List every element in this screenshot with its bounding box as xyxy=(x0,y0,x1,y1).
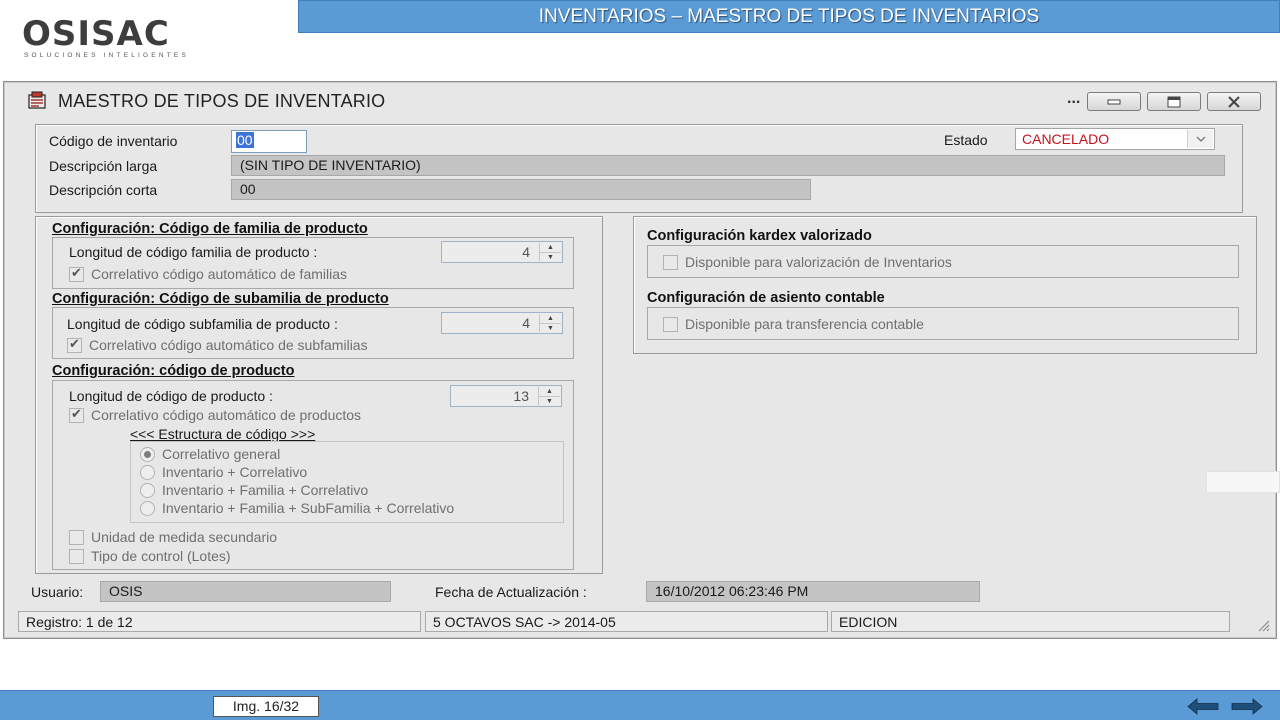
resize-grip-icon[interactable] xyxy=(1256,618,1270,632)
close-icon xyxy=(1228,95,1240,108)
status-empresa: 5 OCTAVOS SAC -> 2014-05 xyxy=(425,611,828,632)
radio-selected-icon xyxy=(140,446,155,462)
familia-auto-label: Correlativo código automático de familia… xyxy=(91,266,348,282)
estado-label: Estado xyxy=(944,132,988,148)
familia-length-stepper[interactable]: 4 ▲ ▼ xyxy=(441,241,563,263)
estado-select[interactable]: CANCELADO xyxy=(1015,128,1215,150)
check-icon: ✔ xyxy=(67,336,82,353)
checkbox-icon xyxy=(663,316,678,332)
producto-length-arrows[interactable]: ▲ ▼ xyxy=(538,387,560,405)
estructura-option-label: Correlativo general xyxy=(162,446,281,462)
subfamilia-section-title: Configuración: Código de subamilia de pr… xyxy=(52,291,389,307)
maximize-button[interactable] xyxy=(1147,92,1201,111)
maestro-window: MAESTRO DE TIPOS DE INVENTARIO ... Códig… xyxy=(3,81,1277,639)
radio-icon xyxy=(140,464,155,480)
kardex-checkbox[interactable]: Disponible para valorización de Inventar… xyxy=(663,254,952,270)
estado-dropdown-button[interactable] xyxy=(1187,130,1213,148)
next-arrow-icon[interactable] xyxy=(1230,698,1264,715)
checkbox-icon xyxy=(69,548,84,564)
producto-auto-label: Correlativo código automático de product… xyxy=(91,407,362,423)
close-button[interactable] xyxy=(1207,92,1261,111)
osisac-logo: OSISAC SOLUCIONES INTELIGENTES xyxy=(22,14,232,64)
unidad-secundaria-label: Unidad de medida secundario xyxy=(91,529,278,545)
slide-title: INVENTARIOS – MAESTRO DE TIPOS DE INVENT… xyxy=(538,5,1040,27)
desc-larga-label: Descripción larga xyxy=(49,158,158,174)
usuario-field: OSIS xyxy=(100,581,391,602)
subfamilia-length-arrows[interactable]: ▲ ▼ xyxy=(539,314,561,332)
estructura-option-0[interactable]: Correlativo general xyxy=(140,446,280,462)
subfamilia-length-label: Longitud de código subfamilia de product… xyxy=(67,316,338,332)
check-icon: ✔ xyxy=(69,406,84,423)
codigo-value: 00 xyxy=(236,132,254,148)
subfamilia-length-value: 4 xyxy=(522,315,530,331)
spin-down-icon[interactable]: ▼ xyxy=(539,396,560,405)
window-title: MAESTRO DE TIPOS DE INVENTARIO xyxy=(58,91,386,111)
app-icon xyxy=(28,91,46,109)
radio-icon xyxy=(140,482,155,498)
fecha-field: 16/10/2012 06:23:46 PM xyxy=(646,581,980,602)
logo-wordmark: OSISAC xyxy=(22,14,170,54)
kardex-option-label: Disponible para valorización de Inventar… xyxy=(685,254,952,270)
estructura-option-3[interactable]: Inventario + Familia + SubFamilia + Corr… xyxy=(140,500,454,516)
spin-down-icon[interactable]: ▼ xyxy=(540,252,561,261)
estado-value: CANCELADO xyxy=(1022,131,1110,147)
producto-section-title: Configuración: código de producto xyxy=(52,363,295,379)
estructura-option-label: Inventario + Familia + SubFamilia + Corr… xyxy=(162,500,455,516)
minimize-icon xyxy=(1107,99,1121,104)
codigo-label: Código de inventario xyxy=(49,133,178,149)
estructura-option-label: Inventario + Familia + Correlativo xyxy=(162,482,369,498)
window-titlebar: MAESTRO DE TIPOS DE INVENTARIO ... xyxy=(4,82,1276,118)
asiento-section-title: Configuración de asiento contable xyxy=(647,290,885,306)
slide-footer: Img. 16/32 xyxy=(0,690,1280,720)
subfamilia-auto-checkbox[interactable]: ✔ Correlativo código automático de subfa… xyxy=(67,336,368,353)
radio-icon xyxy=(140,500,155,516)
spin-up-icon[interactable]: ▲ xyxy=(540,243,561,252)
background-artifact xyxy=(1206,471,1280,493)
lotes-label: Tipo de control (Lotes) xyxy=(91,548,231,564)
image-counter: Img. 16/32 xyxy=(213,696,319,717)
producto-length-label: Longitud de código de producto : xyxy=(69,388,273,404)
familia-length-value: 4 xyxy=(522,244,530,260)
checkbox-icon xyxy=(663,254,678,270)
fecha-label: Fecha de Actualización : xyxy=(435,584,587,600)
estructura-title: <<< Estructura de código >>> xyxy=(130,426,316,442)
asiento-option-label: Disponible para transferencia contable xyxy=(685,316,924,332)
desc-corta-field: 00 xyxy=(231,179,811,200)
window-menu-dots[interactable]: ... xyxy=(1067,90,1080,108)
familia-length-label: Longitud de código familia de producto : xyxy=(69,244,318,260)
asiento-checkbox[interactable]: Disponible para transferencia contable xyxy=(663,316,924,332)
subfamilia-auto-label: Correlativo código automático de subfami… xyxy=(89,337,368,353)
desc-corta-label: Descripción corta xyxy=(49,182,158,198)
estructura-option-1[interactable]: Inventario + Correlativo xyxy=(140,464,307,480)
estructura-option-2[interactable]: Inventario + Familia + Correlativo xyxy=(140,482,368,498)
usuario-label: Usuario: xyxy=(31,584,84,600)
status-modo: EDICION xyxy=(831,611,1230,632)
lotes-checkbox[interactable]: Tipo de control (Lotes) xyxy=(69,548,231,564)
codigo-input[interactable]: 00 xyxy=(231,130,307,153)
spin-down-icon[interactable]: ▼ xyxy=(540,323,561,332)
familia-auto-checkbox[interactable]: ✔ Correlativo código automático de famil… xyxy=(69,265,348,282)
minimize-button[interactable] xyxy=(1087,92,1141,111)
estructura-option-label: Inventario + Correlativo xyxy=(162,464,308,480)
producto-auto-checkbox[interactable]: ✔ Correlativo código automático de produ… xyxy=(69,406,362,423)
checkbox-icon xyxy=(69,529,84,545)
producto-length-value: 13 xyxy=(513,388,529,404)
check-icon: ✔ xyxy=(69,265,84,282)
unidad-secundaria-checkbox[interactable]: Unidad de medida secundario xyxy=(69,529,277,545)
prev-arrow-icon[interactable] xyxy=(1186,698,1220,715)
status-registro: Registro: 1 de 12 xyxy=(18,611,421,632)
spin-up-icon[interactable]: ▲ xyxy=(539,387,560,396)
familia-length-arrows[interactable]: ▲ ▼ xyxy=(539,243,561,261)
maximize-icon xyxy=(1167,96,1181,107)
spin-up-icon[interactable]: ▲ xyxy=(540,314,561,323)
logo-tagline: SOLUCIONES INTELIGENTES xyxy=(24,52,189,59)
familia-section-title: Configuración: Código de familia de prod… xyxy=(52,221,368,237)
subfamilia-length-stepper[interactable]: 4 ▲ ▼ xyxy=(441,312,563,334)
slide-title-banner: INVENTARIOS – MAESTRO DE TIPOS DE INVENT… xyxy=(298,0,1280,33)
kardex-section-title: Configuración kardex valorizado xyxy=(647,228,872,244)
chevron-down-icon xyxy=(1196,136,1206,142)
producto-length-stepper[interactable]: 13 ▲ ▼ xyxy=(450,385,562,407)
desc-larga-field: (SIN TIPO DE INVENTARIO) xyxy=(231,155,1225,176)
